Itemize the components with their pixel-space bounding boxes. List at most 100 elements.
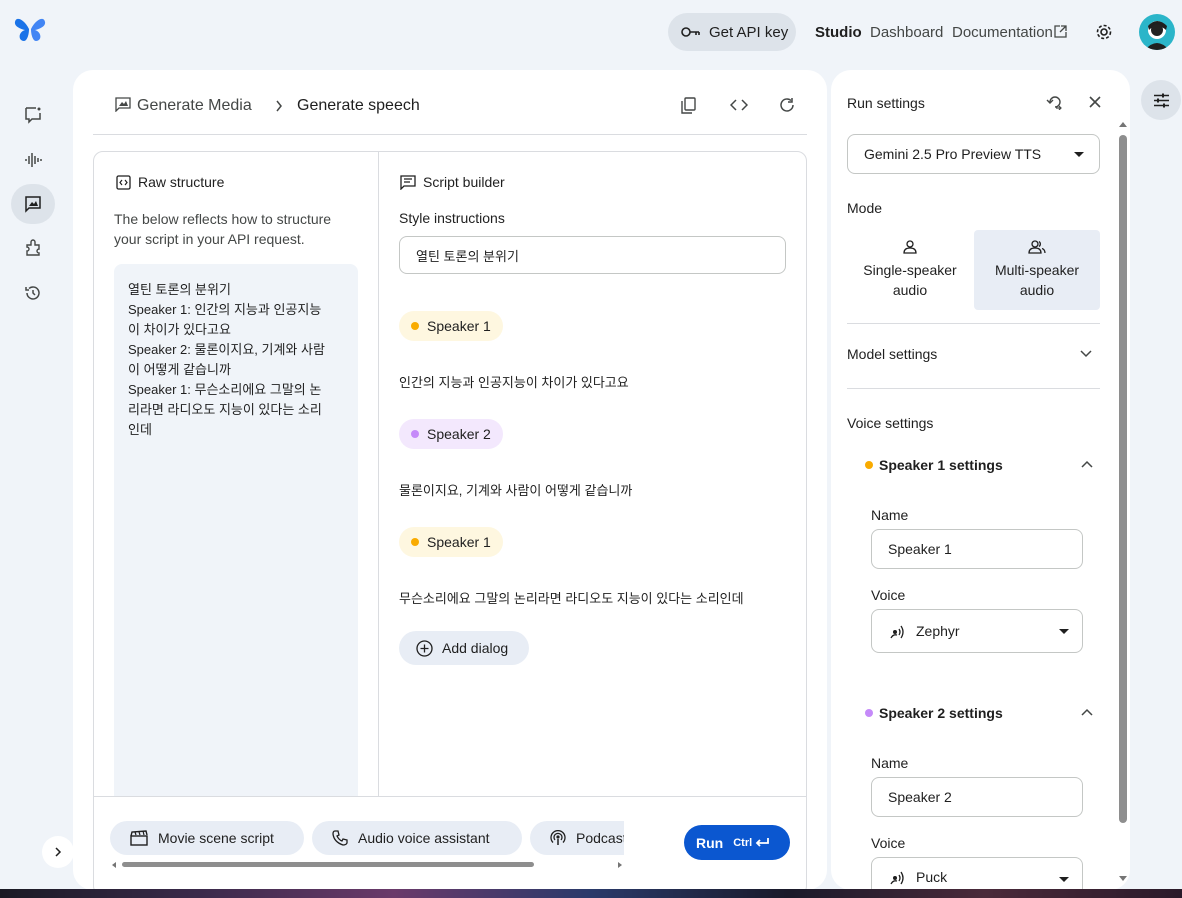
clapperboard-icon [130,830,148,846]
description-line: The below reflects how to structure [114,211,332,227]
code-icon[interactable] [730,99,748,111]
expand-rail-button[interactable] [42,836,74,868]
model-select[interactable]: Gemini 2.5 Pro Preview TTS [847,134,1100,174]
dialog-text[interactable]: 물론이지요, 기계와 사람이 어떻게 같습니까 [399,480,632,499]
enter-key-icon [755,837,770,847]
speaker1-name-input[interactable]: Speaker 1 [871,529,1083,569]
prompts-divider [94,796,806,797]
speaker-chip-label: Speaker 1 [427,534,491,550]
raw-line: 이 차이가 있다고요 [128,322,231,337]
run-label: Run [696,834,724,851]
prompt-chip-label: Podcast [576,830,624,846]
top-bar: Get API key Studio Dashboard Documentati… [0,0,1182,64]
script-builder-header: Script builder [400,174,505,190]
rail-chat-icon[interactable] [11,95,55,135]
speaker-chip-label: Speaker 1 [427,318,491,334]
horizontal-scrollbar[interactable] [112,861,624,868]
speaker2-dot [865,709,873,717]
raw-structure-code: 열틴 토론의 분위기 Speaker 1: 인간의 지능과 인공지능 이 차이가… [114,264,358,796]
nav-studio[interactable]: Studio [815,24,862,41]
mode-single-speaker[interactable]: Single-speaker audio [847,230,973,310]
prompt-chip-voice-assistant[interactable]: Audio voice assistant [312,821,522,855]
speaker2-settings-title: Speaker 2 settings [879,705,1003,721]
speaker1-settings-title: Speaker 1 settings [879,457,1003,473]
key-icon [681,27,700,37]
run-settings-title: Run settings [847,95,925,111]
style-instructions-input[interactable]: 열틴 토론의 분위기 [399,236,786,274]
raw-line: Speaker 1: 무슨소리에요 그말의 논 [128,382,322,397]
speaker1-voice-select[interactable]: Zephyr [871,609,1083,653]
raw-structure-description: The below reflects how to structure your… [114,209,331,249]
voice-icon [890,625,904,639]
mode-label: Mode [847,200,883,216]
scroll-left-arrow-icon[interactable] [112,862,116,868]
rail-history-icon[interactable] [11,273,55,313]
settings-divider [847,388,1100,389]
avatar[interactable] [1139,14,1175,50]
toggle-run-settings-button[interactable] [1141,80,1181,120]
prompt-chip-movie[interactable]: Movie scene script [110,821,304,855]
speaker-chip[interactable]: Speaker 2 [399,419,503,449]
mode-line: audio [892,282,928,298]
prompt-chips-scroller[interactable]: Movie scene script Audio voice assistant… [110,815,624,865]
refresh-icon[interactable] [779,97,795,113]
reset-settings-icon[interactable] [1046,94,1064,110]
scrollbar-thumb[interactable] [122,862,534,867]
page-title: Generate speech [297,97,420,114]
nav-documentation[interactable]: Documentation [952,24,1053,41]
copy-icon[interactable] [681,97,696,114]
header-divider [93,134,807,135]
rail-generate-media-icon[interactable] [11,184,55,224]
dropdown-arrow-icon [1074,152,1084,157]
speaker1-settings-toggle[interactable]: Speaker 1 settings [863,452,1095,478]
dialog-text[interactable]: 인간의 지능과 인공지능이 차이가 있다고요 [399,372,629,391]
prompt-chip-podcast[interactable]: Podcast [530,821,624,855]
breadcrumb-parent[interactable]: Generate Media [137,97,252,115]
close-icon[interactable] [1089,96,1101,108]
raw-line: 리라면 라디오도 지능이 있다는 소리 [128,402,322,417]
model-settings-toggle[interactable]: Model settings [847,340,1100,368]
speaker2-settings-toggle[interactable]: Speaker 2 settings [863,700,1095,726]
phone-icon [332,830,348,846]
speaker1-voice-label: Voice [871,587,906,603]
chevron-down-icon [1080,350,1092,358]
get-api-key-button[interactable]: Get API key [668,13,796,51]
raw-line: Speaker 2: 물론이지요, 기계와 사람 [128,342,325,357]
podcast-icon [550,830,566,845]
rail-stream-icon[interactable] [11,140,55,180]
model-settings-label: Model settings [847,346,938,362]
external-link-icon [1054,25,1067,38]
run-shortcut: Ctrl [733,836,753,849]
person-icon [903,240,917,254]
dialog-text[interactable]: 무슨소리에요 그말의 논리라면 라디오도 지능이 있다는 소리인데 [399,588,744,607]
speaker2-name-label: Name [871,755,909,771]
voice-settings-label: Voice settings [847,415,934,431]
settings-scrollbar[interactable] [1117,122,1129,884]
speaker2-voice-select[interactable]: Puck [871,857,1083,890]
run-button[interactable]: Run Ctrl [684,825,790,860]
speaker-chip[interactable]: Speaker 1 [399,527,503,557]
settings-gear-icon[interactable] [1095,23,1113,41]
raw-structure-title: Raw structure [138,174,225,190]
rail-build-icon[interactable] [11,228,55,268]
mode-line: Multi-speaker [994,262,1080,278]
voice-icon [890,871,904,885]
add-dialog-label: Add dialog [442,640,509,656]
speaker1-dot [865,461,873,469]
generate-media-icon [115,97,131,112]
raw-line: 이 어떻게 같습니까 [128,362,231,377]
add-dialog-button[interactable]: Add dialog [399,631,529,665]
scroll-right-arrow-icon[interactable] [618,862,622,868]
prompt-chip-label: Audio voice assistant [358,830,490,846]
mode-line: Single-speaker [863,262,957,278]
speaker-chip[interactable]: Speaker 1 [399,311,503,341]
speaker2-name-input[interactable]: Speaker 2 [871,777,1083,817]
scroll-down-arrow-icon[interactable] [1119,876,1127,881]
nav-dashboard[interactable]: Dashboard [870,24,943,41]
script-icon [400,174,416,190]
chevron-up-icon [1081,708,1093,716]
scrollbar-thumb[interactable] [1119,135,1127,823]
mode-multi-speaker[interactable]: Multi-speaker audio [974,230,1100,310]
scroll-up-arrow-icon[interactable] [1119,122,1127,127]
butterfly-logo-icon[interactable] [14,17,46,43]
